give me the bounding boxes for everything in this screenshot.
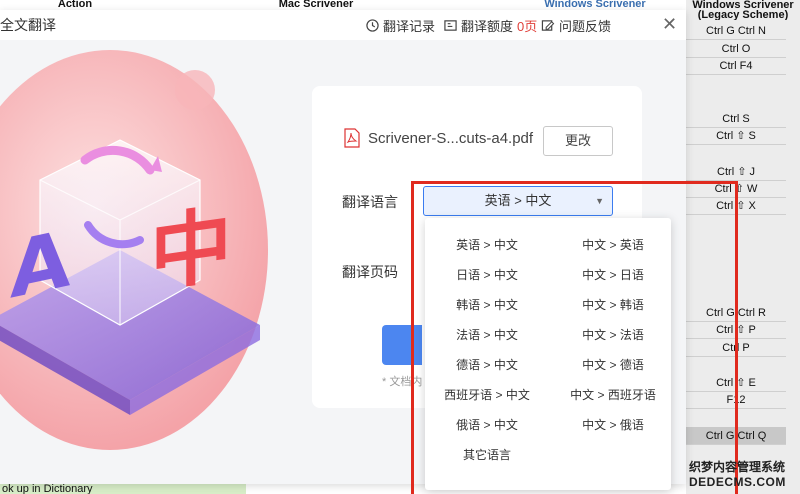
language-select[interactable]: 英语 > 中文 ▼ <box>423 186 613 216</box>
sheet-shortcut-cell: Ctrl P <box>686 339 786 357</box>
quota-icon <box>444 19 457 31</box>
language-option[interactable]: 中文 > 德语 <box>553 356 673 374</box>
page-range-label: 翻译页码 <box>342 264 398 280</box>
svg-text:A: A <box>10 213 70 317</box>
language-dropdown: 英语 > 中文 日语 > 中文 韩语 > 中文 法语 > 中文 德语 > 中文 西班牙语 … <box>425 218 671 490</box>
watermark-line2: DEDECMS.COM <box>689 475 786 489</box>
language-option[interactable]: 中文 > 西班牙语 <box>553 386 673 404</box>
quota-button[interactable]: 翻译额度 0页 <box>444 16 537 34</box>
file-name: Scrivener-S...cuts-a4.pdf <box>368 129 534 147</box>
sheet-shortcut-cell: Ctrl ⇧ X <box>686 197 786 215</box>
sheet-shortcut-cell: Ctrl ⇧ P <box>686 321 786 339</box>
language-option[interactable]: 西班牙语 > 中文 <box>427 386 547 404</box>
language-option[interactable]: 中文 > 俄语 <box>553 416 673 434</box>
feedback-icon <box>541 19 555 31</box>
language-option[interactable]: 法语 > 中文 <box>427 326 547 344</box>
sheet-shortcut-cell: Ctrl G Ctrl N <box>686 22 786 40</box>
sheet-shortcut-cell: Ctrl G Ctrl Q <box>686 427 786 445</box>
svg-text:中: 中 <box>150 198 232 304</box>
sheet-header-legacy-sub: (Legacy Scheme) <box>697 9 789 21</box>
history-label: 翻译记录 <box>383 18 436 34</box>
document-note: * 文档内 <box>382 376 423 388</box>
language-label: 翻译语言 <box>342 194 398 210</box>
sheet-shortcut-cell: Ctrl ⇧ S <box>686 127 786 145</box>
feedback-button[interactable]: 问题反馈 <box>541 16 611 34</box>
language-option[interactable]: 中文 > 韩语 <box>553 296 673 314</box>
language-option[interactable]: 中文 > 日语 <box>553 266 673 284</box>
watermark: 织梦内容管理系统 DEDECMS.COM <box>687 458 800 494</box>
quota-label: 翻译额度 <box>461 18 514 34</box>
language-option[interactable]: 中文 > 英语 <box>553 236 673 254</box>
sheet-header-mac: Mac Scrivener <box>278 0 354 10</box>
chevron-down-icon: ▼ <box>595 196 604 206</box>
language-option[interactable]: 英语 > 中文 <box>427 236 547 254</box>
language-option[interactable]: 中文 > 法语 <box>553 326 673 344</box>
close-icon[interactable]: ✕ <box>662 14 678 34</box>
sheet-header-windows-legacy: Windows Scrivener (Legacy Scheme) <box>686 0 800 20</box>
pdf-file-icon <box>344 128 360 148</box>
clock-icon <box>366 18 379 32</box>
sheet-header-windows: Windows Scrivener <box>544 0 646 10</box>
language-option[interactable]: 德语 > 中文 <box>427 356 547 374</box>
sheet-header-action: Action <box>57 0 93 10</box>
start-translate-button[interactable] <box>382 325 422 365</box>
history-button[interactable]: 翻译记录 <box>366 16 435 34</box>
sheet-shortcut-cell: F12 <box>686 391 786 409</box>
language-option[interactable]: 韩语 > 中文 <box>427 296 547 314</box>
sheet-shortcut-cell: Ctrl O <box>686 40 786 58</box>
translation-illustration: A 中 <box>0 50 268 450</box>
title-bar: 全文翻译 翻译记录 翻译额度 0页 问题反馈 ✕ <box>0 10 686 40</box>
language-option[interactable]: 俄语 > 中文 <box>427 416 547 434</box>
sheet-shortcut-cell: Ctrl ⇧ W <box>686 180 786 198</box>
sheet-shortcut-cell: Ctrl ⇧ J <box>686 163 786 181</box>
language-option[interactable]: 日语 > 中文 <box>427 266 547 284</box>
file-row: Scrivener-S...cuts-a4.pdf <box>344 128 533 148</box>
window-title: 全文翻译 <box>0 17 56 33</box>
sheet-shortcut-cell: Ctrl S <box>686 110 786 128</box>
language-option[interactable]: 其它语言 <box>427 446 547 464</box>
language-select-value: 英语 > 中文 <box>484 193 552 208</box>
sheet-shortcut-cell: Ctrl ⇧ E <box>686 374 786 392</box>
watermark-line1: 织梦内容管理系统 <box>689 460 786 474</box>
feedback-label: 问题反馈 <box>559 18 612 34</box>
sheet-shortcut-cell: Ctrl F4 <box>686 57 786 75</box>
quota-value: 0页 <box>517 18 538 34</box>
sheet-shortcut-cell: Ctrl G Ctrl R <box>686 304 786 322</box>
change-file-button[interactable]: 更改 <box>543 126 613 156</box>
